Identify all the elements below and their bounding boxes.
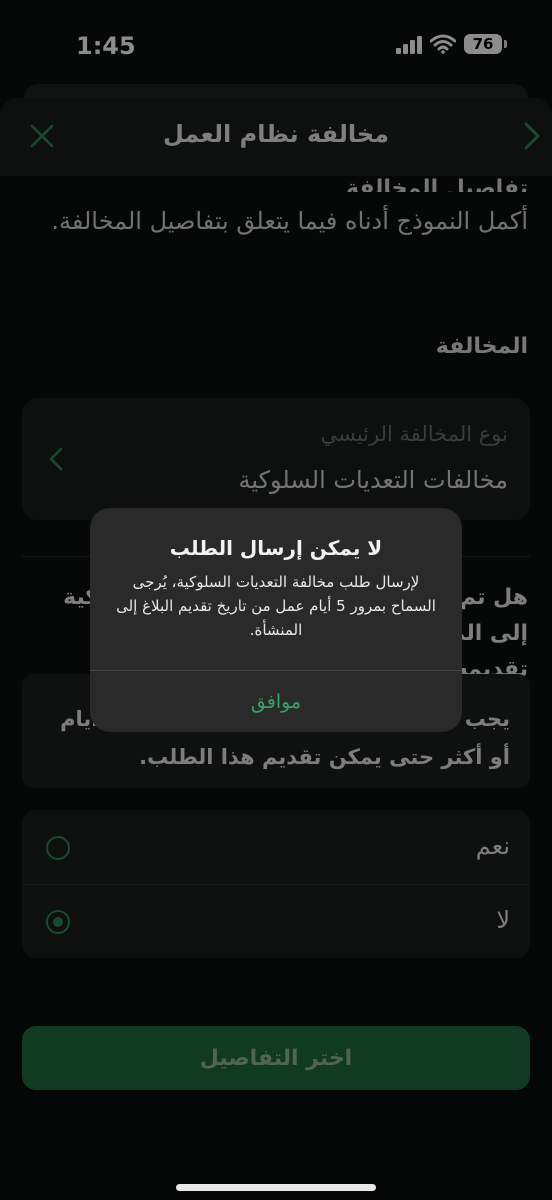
alert-ok-button[interactable]: موافق [90, 671, 462, 732]
home-indicator [176, 1184, 376, 1191]
screen: 1:45 76 مخالفة نظام العمل تفاصيل المخالف… [0, 0, 552, 1200]
alert-dialog: لا يمكن إرسال الطلب لإرسال طلب مخالفة ال… [90, 508, 462, 732]
alert-title: لا يمكن إرسال الطلب [169, 536, 383, 560]
alert-message: لإرسال طلب مخالفة التعديات السلوكية، يُر… [116, 573, 436, 639]
